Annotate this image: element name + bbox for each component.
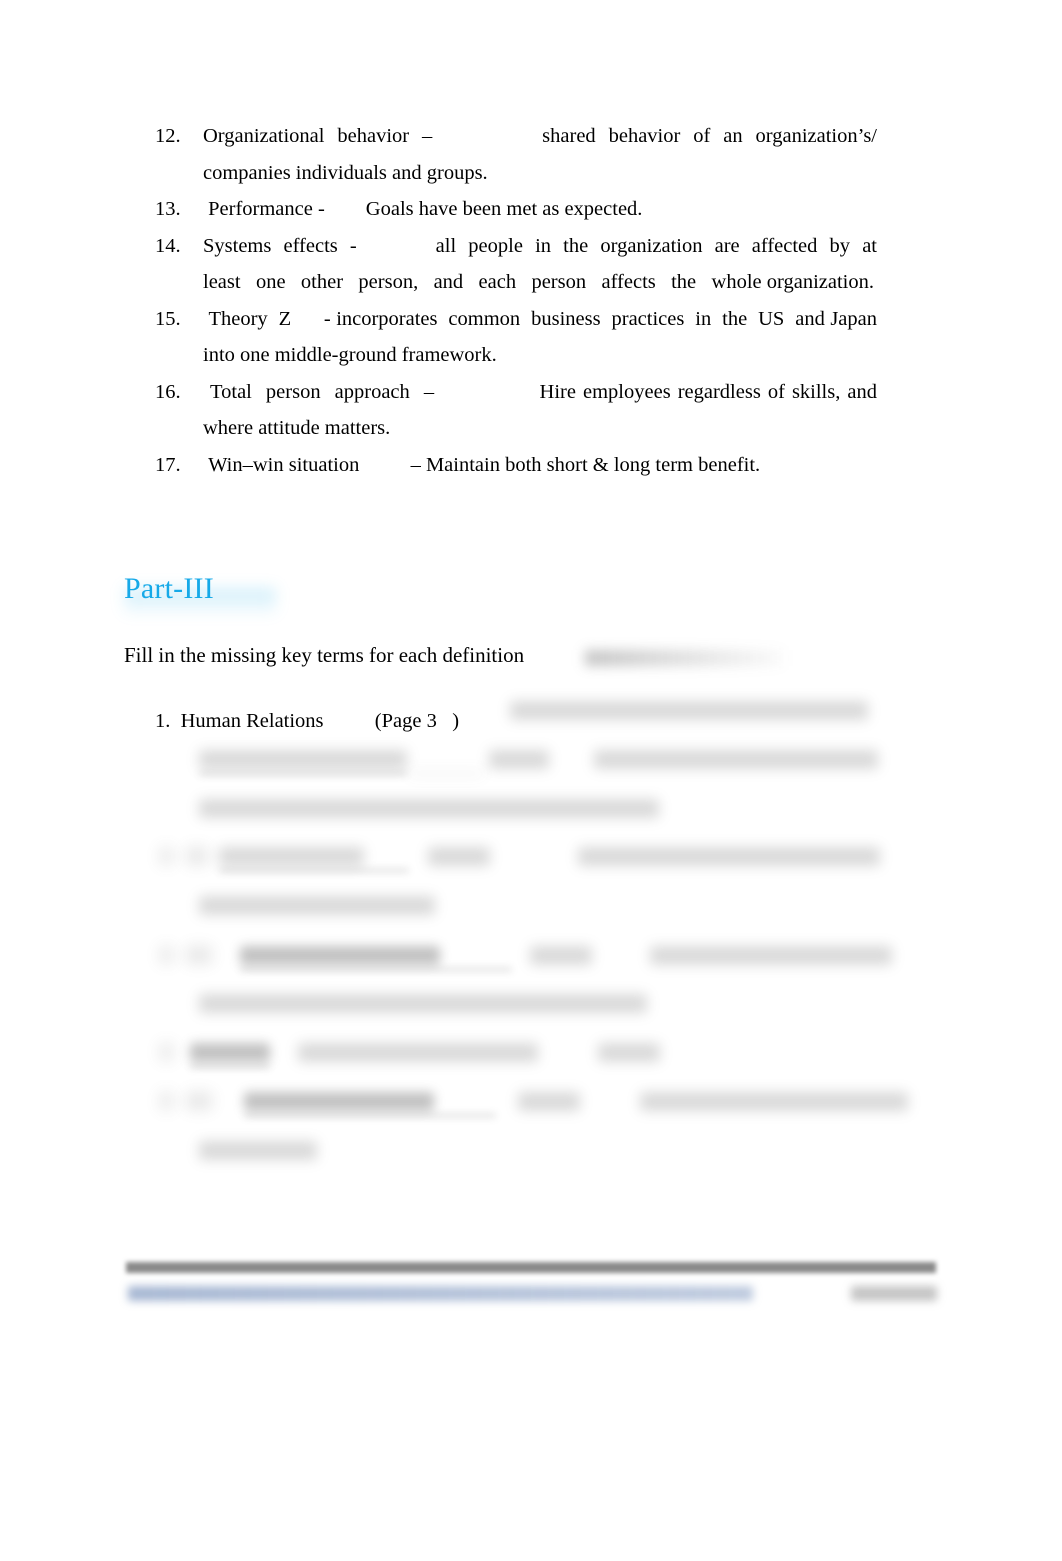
fill-in-list: 1. Human Relations (Page 3 ) — [155, 697, 915, 1187]
list-item: 15. Theory Z - incorporates common busin… — [155, 301, 877, 374]
footer-divider — [126, 1262, 936, 1273]
list-item-text: Human Relations (Page 3 ) — [170, 710, 460, 732]
part-heading: Part-III — [124, 572, 214, 605]
list-item: 12. Organizational behavior – shared beh… — [155, 118, 877, 191]
list-item-text: Systems effects - all people in the orga… — [203, 234, 883, 294]
list-item-text: Performance - Goals have been met as exp… — [203, 198, 643, 220]
list-item-text: Total person approach – Hire employees r… — [203, 380, 883, 440]
list-item-number: 1. — [155, 710, 171, 732]
list-item: 13. Performance - Goals have been met as… — [155, 191, 877, 228]
list-item-text: Win–win situation – Maintain both short … — [203, 453, 761, 476]
list-item-number: 13. — [155, 198, 181, 220]
list-item — [155, 1040, 915, 1089]
redacted-footer-text — [128, 1286, 753, 1301]
list-item: 1. Human Relations (Page 3 ) — [155, 697, 915, 746]
list-item: 14. Systems effects - all people in the … — [155, 228, 877, 301]
list-item — [155, 1089, 915, 1138]
list-item-text: Organizational behavior – shared behavio… — [203, 125, 883, 184]
redacted-footer-page-number — [851, 1286, 937, 1301]
list-item — [155, 844, 915, 893]
redacted-instruction-trail — [585, 650, 785, 666]
document-page: 12. Organizational behavior – shared beh… — [0, 0, 1062, 1561]
list-item — [155, 991, 915, 1040]
list-item-number: 15. — [155, 307, 181, 330]
definition-list: 12. Organizational behavior – shared beh… — [155, 118, 877, 483]
list-item — [155, 1138, 915, 1187]
list-item-text: Theory Z - incorporates common business … — [203, 307, 883, 367]
list-item: 17. Win–win situation – Maintain both sh… — [155, 447, 877, 484]
list-item — [155, 795, 915, 844]
list-item — [155, 893, 915, 942]
list-item: 16. Total person approach – Hire employe… — [155, 374, 877, 447]
section-instruction: Fill in the missing key terms for each d… — [124, 643, 525, 667]
list-item-number: 16. — [155, 380, 181, 403]
list-item — [155, 746, 915, 795]
list-item-number: 17. — [155, 453, 181, 476]
list-item-number: 14. — [155, 234, 181, 257]
list-item — [155, 942, 915, 991]
list-item-number: 12. — [155, 125, 181, 147]
